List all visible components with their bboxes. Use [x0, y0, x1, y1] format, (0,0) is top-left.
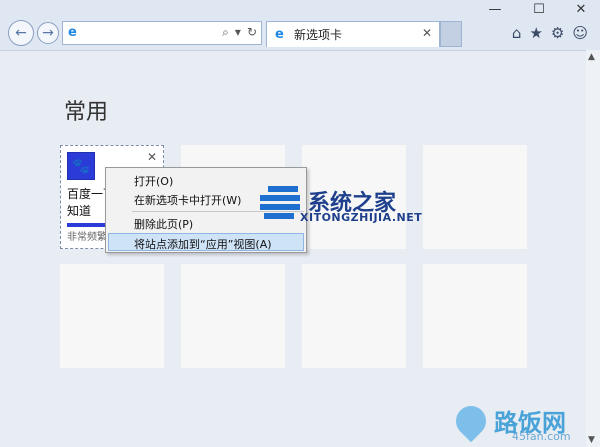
- favorites-icon[interactable]: ★: [529, 24, 542, 42]
- back-icon: ←: [15, 25, 27, 41]
- toolbar-icons: ⌂ ★ ⚙ ☺: [512, 24, 588, 42]
- address-tools: ⌕ ▾ ↻: [222, 25, 257, 40]
- title-bar: — ☐ ✕ ← → e ⌕ ▾ ↻ e 新选项卡 ✕ ⌂ ★ ⚙ ☺: [0, 0, 600, 51]
- browser-window: — ☐ ✕ ← → e ⌕ ▾ ↻ e 新选项卡 ✕ ⌂ ★ ⚙ ☺ 常用 🐾 …: [0, 0, 600, 447]
- menu-item-delete[interactable]: 删除此页(P): [134, 216, 193, 232]
- watermark-45fan-url: 45fan.com: [512, 430, 571, 443]
- menu-item-open-new-tab[interactable]: 在新选项卡中打开(W): [134, 192, 241, 208]
- menu-item-open[interactable]: 打开(O): [134, 173, 173, 189]
- tile-empty[interactable]: [423, 264, 527, 368]
- smiley-icon[interactable]: ☺: [572, 24, 588, 42]
- refresh-icon[interactable]: ↻: [247, 25, 257, 40]
- back-button[interactable]: ←: [8, 20, 34, 46]
- watermark-url: XITONGZHIJIA.NET: [300, 211, 423, 224]
- address-bar[interactable]: e ⌕ ▾ ↻: [62, 21, 262, 45]
- dropdown-icon[interactable]: ▾: [235, 25, 241, 40]
- tile-empty[interactable]: [181, 264, 285, 368]
- home-icon[interactable]: ⌂: [512, 24, 522, 42]
- tile-empty[interactable]: [302, 264, 406, 368]
- maximize-button[interactable]: ☐: [524, 0, 554, 18]
- tab-new[interactable]: e 新选项卡 ✕: [266, 21, 440, 47]
- tile-close-icon[interactable]: ✕: [147, 150, 157, 164]
- ie-logo-icon: e: [68, 25, 77, 40]
- new-tab-button[interactable]: [440, 21, 462, 47]
- tile-empty[interactable]: [423, 145, 527, 249]
- search-icon[interactable]: ⌕: [222, 25, 229, 40]
- forward-button[interactable]: →: [37, 22, 59, 44]
- scroll-down-icon[interactable]: ▼: [588, 435, 595, 445]
- tab-ie-icon: e: [275, 26, 284, 42]
- page-heading: 常用: [64, 100, 109, 125]
- tile-frequency-label: 非常频繁: [67, 232, 107, 243]
- water-drop-icon: [449, 399, 493, 442]
- tab-label: 新选项卡: [294, 28, 343, 42]
- close-button[interactable]: ✕: [566, 0, 596, 18]
- settings-icon[interactable]: ⚙: [551, 24, 564, 42]
- scroll-up-icon[interactable]: ▲: [588, 52, 595, 62]
- baidu-paw-icon: 🐾: [67, 152, 95, 180]
- minimize-button[interactable]: —: [480, 0, 510, 18]
- tile-empty[interactable]: [60, 264, 164, 368]
- tab-close-icon[interactable]: ✕: [422, 26, 432, 40]
- menu-item-add-to-apps[interactable]: 将站点添加到“应用”视图(A): [134, 236, 272, 252]
- scrollbar[interactable]: ▲ ▼: [586, 50, 600, 447]
- forward-icon: →: [42, 25, 54, 41]
- xitongzhijia-logo-icon: [258, 182, 302, 220]
